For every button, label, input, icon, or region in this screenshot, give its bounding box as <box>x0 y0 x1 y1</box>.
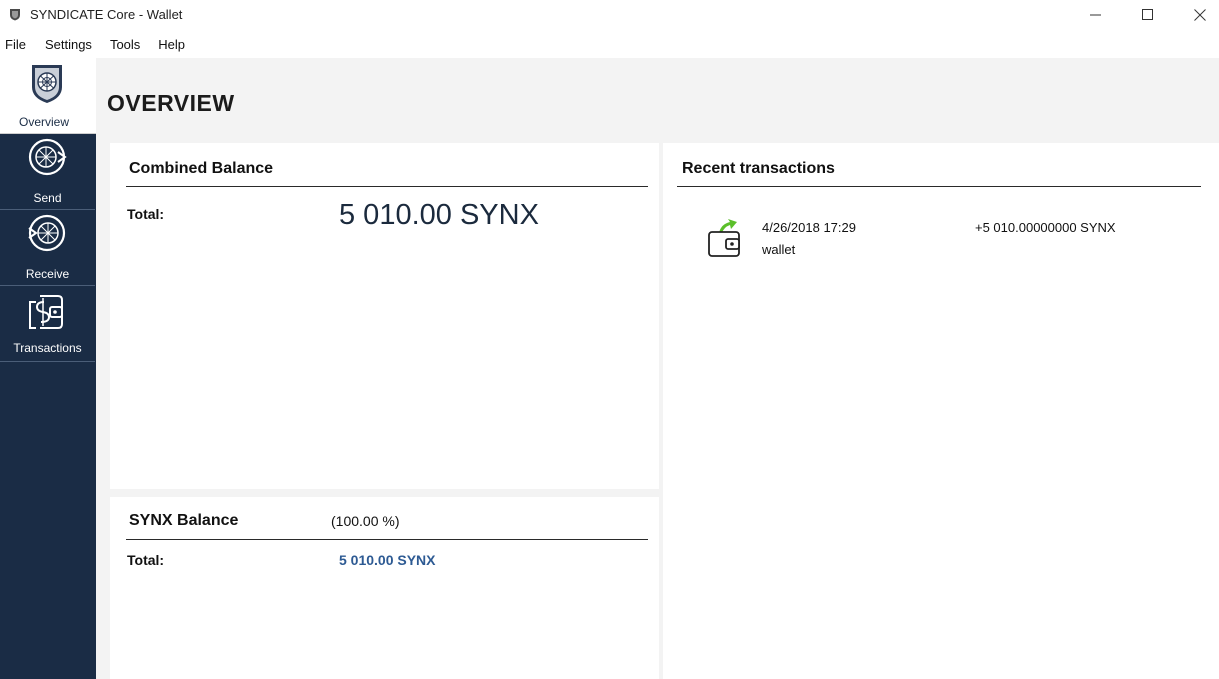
maximize-icon <box>1142 9 1153 20</box>
send-globe-icon <box>28 138 67 176</box>
app-shield-icon <box>10 9 20 21</box>
synx-total-value: 5 010.00 SYNX <box>339 552 436 568</box>
sidebar-item-send[interactable]: Send <box>0 134 95 210</box>
synx-balance-heading: SYNX Balance <box>129 512 239 529</box>
recent-transactions-panel: Recent transactions 4/26/2018 17:29 wall… <box>663 143 1219 679</box>
page-title: OVERVIEW <box>107 90 235 116</box>
sidebar-item-overview[interactable]: Overview <box>0 58 96 134</box>
sidebar-item-label: Receive <box>25 267 70 281</box>
synx-total-label: Total: <box>127 552 165 568</box>
recent-transactions-heading: Recent transactions <box>682 160 835 177</box>
title-bar: SYNDICATE Core - Wallet <box>0 0 1219 30</box>
heading-divider <box>126 539 648 540</box>
sidebar-item-label: Overview <box>18 115 69 129</box>
heading-divider <box>677 186 1201 187</box>
combined-total-label: Total: <box>127 206 165 222</box>
sidebar-item-label: Transactions <box>13 341 82 355</box>
incoming-wallet-icon <box>708 219 740 257</box>
minimize-icon <box>1090 14 1101 16</box>
maximize-button[interactable] <box>1125 0 1171 30</box>
menu-settings[interactable]: Settings <box>45 37 92 52</box>
close-icon <box>1194 9 1206 21</box>
heading-divider <box>126 186 648 187</box>
menu-tools[interactable]: Tools <box>110 37 140 52</box>
combined-balance-heading: Combined Balance <box>129 160 274 177</box>
menu-file[interactable]: File <box>5 37 26 52</box>
sidebar-item-transactions[interactable]: Transactions <box>0 286 95 362</box>
combined-total-value: 5 010.00 SYNX <box>339 199 539 231</box>
window-title: SYNDICATE Core - Wallet <box>30 7 183 22</box>
synx-balance-panel: SYNX Balance (100.00 %) Total: 5 010.00 … <box>110 497 659 679</box>
menu-help[interactable]: Help <box>158 37 185 52</box>
synx-balance-percent: (100.00 %) <box>331 513 400 529</box>
transaction-date: 4/26/2018 17:29 <box>762 220 856 235</box>
shield-globe-icon <box>32 65 62 103</box>
sidebar: Overview Send Receive Transactions <box>0 58 96 679</box>
transaction-row[interactable]: 4/26/2018 17:29 wallet +5 010.00000000 S… <box>703 218 1203 266</box>
combined-balance-panel: Combined Balance Total: 5 010.00 SYNX <box>110 143 659 489</box>
minimize-button[interactable] <box>1073 0 1119 30</box>
menu-bar: File Settings Tools Help <box>0 30 1219 58</box>
close-button[interactable] <box>1177 0 1219 30</box>
transaction-amount: +5 010.00000000 SYNX <box>975 220 1116 235</box>
transactions-wallet-icon <box>29 295 63 329</box>
sidebar-item-receive[interactable]: Receive <box>0 210 95 286</box>
receive-globe-icon <box>28 214 66 252</box>
sidebar-item-label: Send <box>33 191 62 205</box>
transaction-label: wallet <box>762 242 796 257</box>
